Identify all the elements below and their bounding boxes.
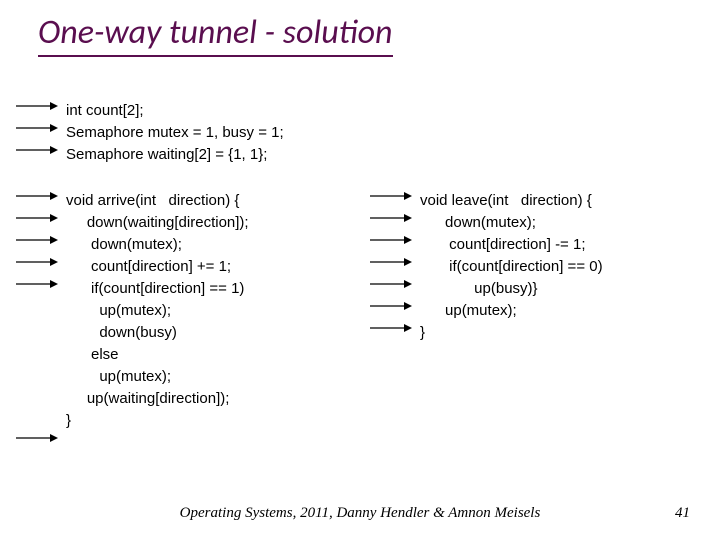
arrow-icon — [16, 100, 58, 110]
code-line: } — [66, 412, 71, 429]
code-line: up(mutex); — [66, 302, 171, 319]
decl-line: Semaphore mutex = 1, busy = 1; — [66, 122, 284, 144]
arrow-icon — [370, 256, 412, 266]
footer-citation: Operating Systems, 2011, Danny Hendler &… — [0, 505, 720, 522]
arrow-icon — [370, 278, 412, 288]
page-number: 41 — [675, 505, 690, 522]
arrow-icon — [16, 122, 58, 132]
code-line: down(busy) — [66, 324, 177, 341]
arrow-icon — [16, 256, 58, 266]
arrow-icon — [16, 278, 58, 288]
code-line: down(mutex); — [66, 236, 182, 253]
code-line: up(waiting[direction]); — [66, 390, 229, 407]
arrow-icon — [370, 212, 412, 222]
arrow-icon — [16, 234, 58, 244]
arrow-icon — [16, 144, 58, 154]
code-line: down(waiting[direction]); — [66, 214, 249, 231]
slide-title: One-way tunnel - solution — [38, 12, 393, 57]
arrow-icon — [370, 300, 412, 310]
decl-line: int count[2]; — [66, 100, 284, 122]
arrow-icon — [370, 322, 412, 332]
code-line: else — [66, 346, 119, 363]
code-line: up(mutex); — [66, 368, 171, 385]
arrow-icon — [16, 212, 58, 222]
code-line: up(busy)} — [420, 280, 538, 297]
leave-code: void leave(int direction) { down(mutex);… — [420, 190, 603, 344]
arrow-icon — [16, 432, 58, 442]
decl-line: Semaphore waiting[2] = {1, 1}; — [66, 144, 284, 166]
arrow-icon — [370, 190, 412, 200]
code-line: count[direction] += 1; — [66, 258, 231, 275]
code-line: void leave(int direction) { — [420, 192, 592, 209]
code-line: void arrive(int direction) { — [66, 192, 239, 209]
arrow-icon — [370, 234, 412, 244]
code-line: down(mutex); — [420, 214, 536, 231]
declarations-block: int count[2]; Semaphore mutex = 1, busy … — [66, 100, 284, 166]
code-line: count[direction] -= 1; — [420, 236, 586, 253]
code-line: } — [420, 324, 425, 341]
code-line: if(count[direction] == 1) — [66, 280, 244, 297]
code-line: if(count[direction] == 0) — [420, 258, 603, 275]
arrow-icon — [16, 190, 58, 200]
code-line: up(mutex); — [420, 302, 517, 319]
arrive-code: void arrive(int direction) { down(waitin… — [66, 190, 249, 432]
